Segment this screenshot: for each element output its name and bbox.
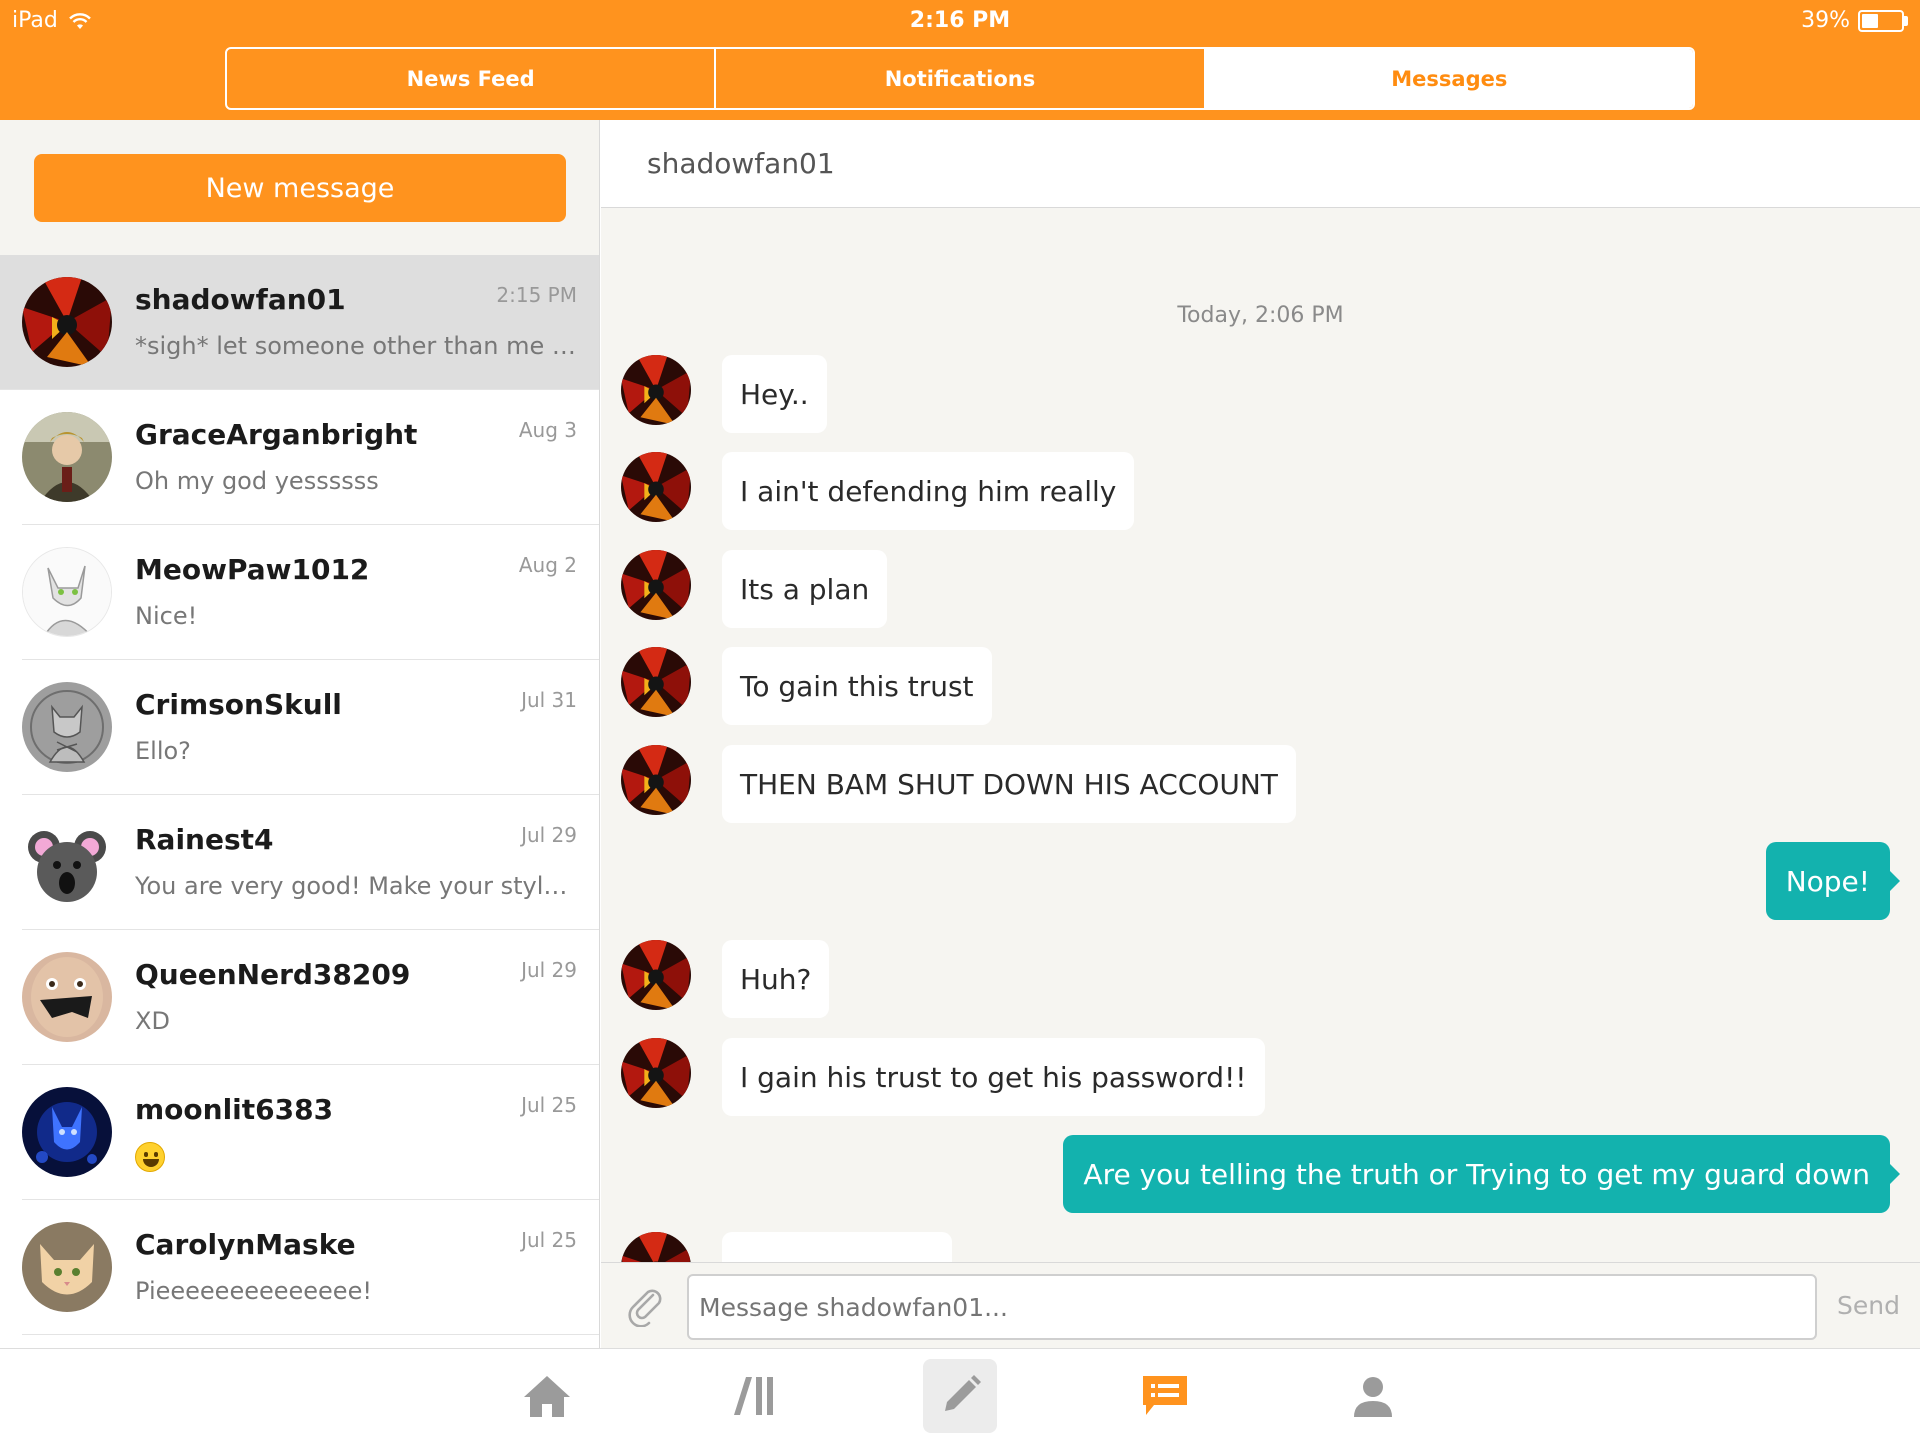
- incoming-message: I gain his trust to get his password!!: [722, 1038, 1265, 1116]
- status-bar: iPad 2:16 PM 39%: [0, 0, 1920, 40]
- message-row: Its a plan: [601, 550, 1920, 630]
- conversation-sidebar: New message shadowfan01 *sigh* let someo…: [0, 120, 600, 1348]
- avatar[interactable]: [621, 745, 691, 815]
- conversation-item[interactable]: shadowfan01 *sigh* let someone other tha…: [0, 255, 599, 390]
- conversation-item[interactable]: CrimsonSkull Ello? Jul 31: [0, 660, 599, 795]
- incoming-message: To gain this trust: [722, 647, 992, 725]
- avatar[interactable]: [621, 647, 691, 717]
- chat-timestamp: Today, 2:06 PM: [1177, 303, 1344, 328]
- tab-news-feed[interactable]: News Feed: [227, 49, 717, 108]
- message-row: THEN BAM SHUT DOWN HIS ACCOUNT: [601, 745, 1920, 825]
- avatar: [22, 547, 112, 637]
- conversation-name: GraceArganbright: [135, 418, 418, 451]
- conversation-date: 2:15 PM: [496, 283, 577, 307]
- conversation-preview: Nice!: [135, 602, 198, 630]
- conversation-preview: Oh my god yessssss: [135, 467, 379, 495]
- nav-write[interactable]: [923, 1359, 997, 1433]
- outgoing-message: Are you telling the truth or Trying to g…: [1063, 1135, 1900, 1213]
- paperclip-icon[interactable]: [623, 1283, 667, 1327]
- grinning-emoji-icon: [135, 1142, 165, 1172]
- chat-header: shadowfan01: [601, 120, 1920, 208]
- message-row: Huh?: [601, 940, 1920, 1020]
- conversation-item[interactable]: moonlit6383 Jul 25: [0, 1065, 599, 1200]
- messages-icon: [1143, 1376, 1187, 1415]
- conversation-date: Aug 3: [518, 418, 577, 442]
- message-row: I gain his trust to get his password!!: [601, 1038, 1920, 1118]
- conversation-date: Aug 2: [518, 553, 577, 577]
- incoming-message: Its a plan: [722, 550, 888, 628]
- avatar[interactable]: [621, 355, 691, 425]
- conversation-item[interactable]: GraceArganbright Oh my god yessssss Aug …: [0, 390, 599, 525]
- avatar: [22, 952, 112, 1042]
- conversation-name: QueenNerd38209: [135, 958, 411, 991]
- bottom-nav: [0, 1348, 1920, 1440]
- incoming-message: Huh?: [722, 940, 830, 1018]
- avatar[interactable]: [621, 550, 691, 620]
- conversation-item[interactable]: QueenNerd38209 XD Jul 29: [0, 930, 599, 1065]
- conversation-item[interactable]: MeowPaw1012 Nice! Aug 2: [0, 525, 599, 660]
- conversation-name: moonlit6383: [135, 1093, 334, 1126]
- conversation-name: Rainest4: [135, 823, 274, 856]
- avatar: [22, 277, 112, 367]
- conversation-date: Jul 25: [521, 1093, 577, 1117]
- message-row: Nope!: [601, 842, 1920, 922]
- conversation-preview: [135, 1142, 580, 1172]
- status-time: 2:16 PM: [909, 8, 1011, 33]
- incoming-message: I ain't defending him really: [722, 452, 1135, 530]
- conversation-date: Jul 29: [521, 823, 577, 847]
- avatar[interactable]: [621, 1038, 691, 1108]
- conversation-item[interactable]: Rainest4 You are very good! Make your st…: [0, 795, 599, 930]
- new-message-button[interactable]: New message: [34, 154, 566, 222]
- avatar[interactable]: [621, 940, 691, 1010]
- message-row: Are you telling the truth or Trying to g…: [601, 1135, 1920, 1215]
- conversation-preview: XD: [135, 1007, 170, 1035]
- pencil-icon: [945, 1375, 981, 1411]
- profile-icon: [1354, 1377, 1392, 1417]
- outgoing-message: Nope!: [1765, 842, 1901, 920]
- chat-pane: shadowfan01 Today, 2:06 PM Hey.. I ain't…: [601, 120, 1920, 1348]
- conversation-date: Jul 31: [521, 688, 577, 712]
- battery-percent: 39%: [1801, 8, 1850, 33]
- nav-profile[interactable]: [1336, 1359, 1410, 1433]
- incoming-message: THEN BAM SHUT DOWN HIS ACCOUNT: [722, 745, 1296, 823]
- avatar: [22, 1222, 112, 1312]
- conversation-item[interactable]: CarolynMaske Pieeeeeeeeeeeeee! Jul 25: [0, 1200, 599, 1335]
- conversation-name: CarolynMaske: [135, 1228, 356, 1261]
- nav-library[interactable]: [718, 1359, 792, 1433]
- nav-home[interactable]: [510, 1359, 584, 1433]
- message-input[interactable]: [687, 1274, 1817, 1340]
- conversation-preview: You are very good! Make your style more: [135, 872, 580, 900]
- top-bar: iPad 2:16 PM 39% News Feed Notifications…: [0, 0, 1920, 120]
- avatar: [22, 412, 112, 502]
- avatar: [22, 1087, 112, 1177]
- top-tabs: News Feed Notifications Messages: [225, 47, 1695, 110]
- conversation-date: Jul 29: [521, 958, 577, 982]
- battery-indicator: 39%: [1801, 8, 1908, 33]
- avatar: [22, 817, 112, 907]
- home-icon: [524, 1376, 570, 1417]
- library-icon: [734, 1377, 773, 1415]
- conversation-preview: Pieeeeeeeeeeeeee!: [135, 1277, 372, 1305]
- battery-icon: [1858, 9, 1904, 32]
- conversation-date: Jul 25: [521, 1228, 577, 1252]
- conversation-name: CrimsonSkull: [135, 688, 342, 721]
- message-composer: Send: [601, 1262, 1920, 1348]
- conversation-preview: *sigh* let someone other than me know wh…: [135, 332, 580, 360]
- tab-notifications[interactable]: Notifications: [716, 49, 1206, 108]
- message-row: To gain this trust: [601, 647, 1920, 727]
- message-row: Hey..: [601, 355, 1920, 435]
- chat-title: shadowfan01: [647, 147, 835, 180]
- new-message-area: New message: [0, 120, 599, 255]
- conversation-preview: Ello?: [135, 737, 191, 765]
- avatar: [22, 682, 112, 772]
- avatar[interactable]: [621, 452, 691, 522]
- tab-messages[interactable]: Messages: [1205, 49, 1693, 108]
- incoming-message: Hey..: [722, 355, 827, 433]
- message-row: I ain't defending him really: [601, 452, 1920, 532]
- conversation-name: shadowfan01: [135, 283, 346, 316]
- conversation-name: MeowPaw1012: [135, 553, 370, 586]
- send-button[interactable]: Send: [1837, 1291, 1900, 1320]
- nav-messages[interactable]: [1128, 1359, 1202, 1433]
